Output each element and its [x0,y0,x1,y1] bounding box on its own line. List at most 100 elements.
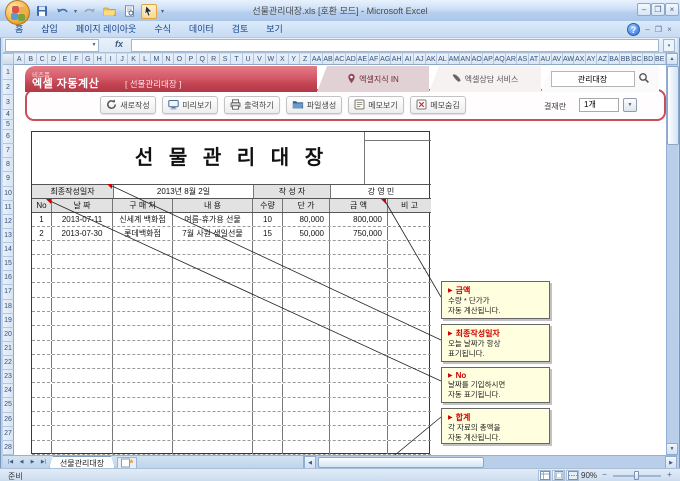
ledger-cell[interactable] [253,369,283,383]
ledger-cell[interactable] [253,440,283,454]
ledger-cell[interactable] [283,340,330,354]
ledger-cell[interactable] [113,283,173,297]
ledger-column-금액[interactable]: 금 액 [330,198,388,212]
ledger-cell[interactable] [253,426,283,440]
column-header-BA[interactable]: BA [608,53,621,64]
ledger-cell[interactable] [330,312,388,326]
ledger-cell[interactable] [283,326,330,340]
ledger-cell[interactable] [388,441,431,454]
column-header-AR[interactable]: AR [505,53,518,64]
column-header-D[interactable]: D [48,53,60,64]
maximize-button[interactable]: ❐ [651,3,665,16]
ledger-cell[interactable] [253,240,283,254]
column-header-F[interactable]: F [71,53,83,64]
column-header-V[interactable]: V [254,53,266,64]
column-header-AS[interactable]: AS [517,53,529,64]
ledger-cell[interactable] [113,397,173,412]
ledger-cell[interactable] [113,269,173,283]
ledger-cell[interactable] [52,412,113,426]
ledger-cell[interactable] [32,340,52,354]
ledger-cell[interactable] [388,312,431,325]
column-header-W[interactable]: W [265,53,278,64]
ledger-cell[interactable] [388,269,431,282]
ledger-cell[interactable] [32,297,52,311]
column-header-T[interactable]: T [231,53,243,64]
column-header-AG[interactable]: AG [380,53,392,64]
ledger-cell[interactable] [52,354,113,369]
column-header-M[interactable]: M [151,53,163,64]
ledger-cell[interactable]: 15 [253,226,283,240]
column-header-J[interactable]: J [116,53,129,64]
ledger-column-비고[interactable]: 비 고 [388,198,431,212]
ledger-cell[interactable] [173,354,253,369]
row-header-16[interactable]: 16 [3,271,14,286]
column-header-H[interactable]: H [94,53,106,64]
select-all-corner[interactable] [3,53,14,65]
ledger-cell[interactable]: 800,000 [330,212,388,226]
column-header-G[interactable]: G [82,53,95,64]
column-header-L[interactable]: L [139,53,152,64]
column-header-AE[interactable]: AE [357,53,369,64]
ledger-cell[interactable] [113,369,173,383]
row-header-26[interactable]: 26 [3,412,14,427]
prev-sheet-icon[interactable]: ◀ [16,457,27,468]
ledger-cell[interactable] [32,283,52,297]
ledger-cell[interactable] [283,397,330,412]
ledger-cell[interactable] [330,412,388,426]
tab-excel-knowledge[interactable]: 엑셀지식 IN [317,66,429,92]
ledger-cell[interactable] [388,283,431,296]
column-header-K[interactable]: K [128,53,140,64]
normal-view-icon[interactable] [538,470,551,481]
ledger-cell[interactable] [52,297,113,311]
ribbon-tab-삽입[interactable]: 삽입 [32,21,67,38]
row-header-2[interactable]: 2 [3,80,14,95]
page-layout-view-icon[interactable] [552,470,565,481]
ledger-cell[interactable] [330,397,388,412]
ledger-cell[interactable] [113,254,173,269]
ledger-column-단가[interactable]: 단 가 [283,198,330,212]
formula-bar-expand-icon[interactable]: ▾ [663,39,675,52]
column-header-AD[interactable]: AD [345,53,358,64]
ledger-cell[interactable] [32,369,52,383]
undo-icon[interactable] [54,4,70,19]
ledger-cell[interactable] [253,397,283,412]
ledger-cell[interactable] [52,269,113,283]
close-button[interactable]: × [665,3,679,16]
ledger-cell[interactable] [330,297,388,311]
column-header-AL[interactable]: AL [437,53,449,64]
redo-icon[interactable] [81,4,97,19]
ledger-cell[interactable] [330,326,388,340]
tab-excel-consult[interactable]: 엑셀상담 서비스 [429,66,541,92]
column-header-AY[interactable]: AY [585,53,598,64]
row-header-28[interactable]: 28 [3,440,14,455]
ledger-cell[interactable] [388,426,431,439]
meta-value-last-updated[interactable]: 2013년 8월 2일 [114,185,254,198]
ledger-cell[interactable] [52,312,113,326]
column-header-BE[interactable]: BE [654,53,666,64]
column-header-AP[interactable]: AP [482,53,495,64]
vertical-scrollbar[interactable]: ▲ ▼ [666,53,679,455]
column-header-BB[interactable]: BB [620,53,632,64]
ledger-cell[interactable] [283,240,330,254]
ledger-cell[interactable] [113,412,173,426]
zoom-level[interactable]: 90% [581,471,597,480]
ledger-cell[interactable] [113,297,173,311]
formula-input[interactable] [131,39,659,52]
ledger-cell[interactable] [388,298,431,311]
name-box-dropdown-icon[interactable]: ▼ [89,40,99,51]
ledger-cell[interactable] [173,312,253,326]
row-header-1[interactable]: 1 [3,65,14,80]
ledger-cell[interactable] [52,383,113,397]
column-header-AI[interactable]: AI [402,53,415,64]
ledger-cell[interactable] [32,354,52,369]
column-header-Q[interactable]: Q [197,53,209,64]
toolbar-button-미리보기[interactable]: 미리보기 [162,96,218,114]
workbook-restore-button[interactable]: ❐ [653,25,664,35]
zoom-slider-handle[interactable] [634,471,639,480]
search-input[interactable] [550,71,635,87]
ledger-cell[interactable] [113,312,173,326]
column-header-AA[interactable]: AA [311,53,323,64]
ledger-cell[interactable] [113,426,173,440]
row-header-27[interactable]: 27 [3,426,14,441]
ledger-cell[interactable] [388,241,431,254]
